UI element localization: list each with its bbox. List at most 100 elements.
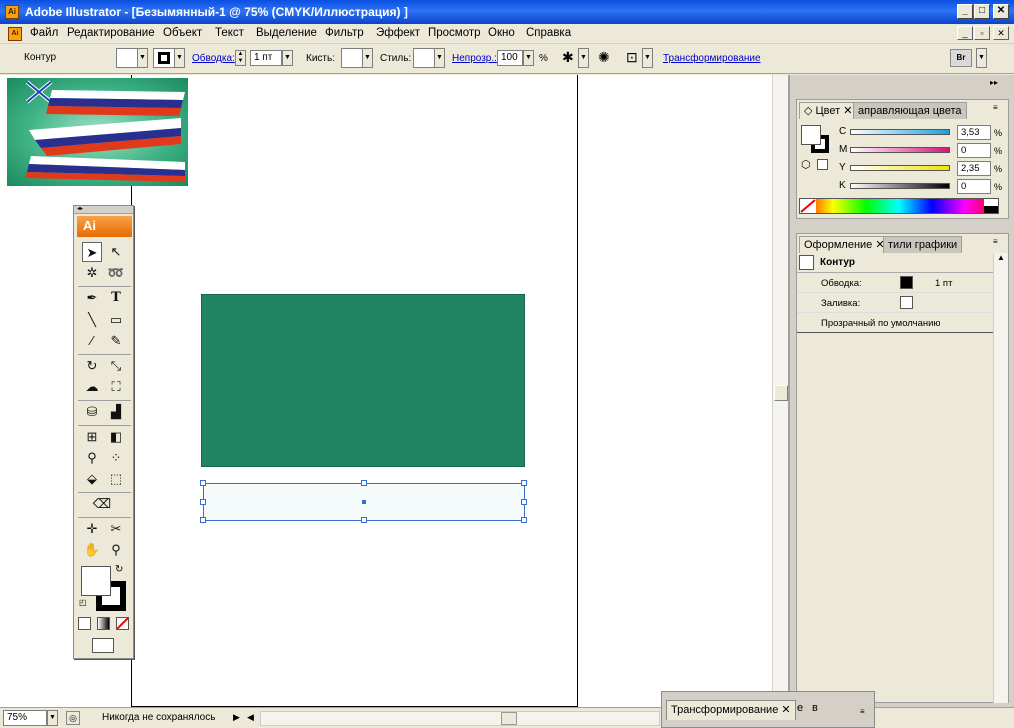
scissors-tool-icon[interactable]: ✂	[106, 519, 126, 539]
opacity-link[interactable]: Непрозр.:	[452, 53, 497, 64]
fill-dropdown[interactable]: ▼	[137, 48, 148, 68]
appearance-opacity-row[interactable]: Прозрачный по умолчанию	[797, 313, 993, 333]
none-mode-icon[interactable]	[116, 617, 129, 630]
tab-close-icon[interactable]: ✕	[778, 704, 790, 716]
scale-tool-icon[interactable]: ⤡	[106, 356, 126, 376]
palette-grip[interactable]: ◂▸	[74, 206, 133, 214]
dock-collapse-icon[interactable]: ▸▸	[990, 78, 998, 87]
doc-close-button[interactable]: ✕	[993, 26, 1009, 40]
status-menu-arrow-icon[interactable]: ▶	[233, 712, 240, 723]
opacity-dropdown[interactable]: ▼	[523, 50, 534, 66]
eyedropper-tool-icon[interactable]: ⚲	[82, 448, 102, 468]
stroke-weight-dropdown[interactable]: ▼	[282, 50, 293, 66]
menu-effect[interactable]: Эффект	[376, 27, 420, 39]
panel-menu-icon[interactable]: ≡	[993, 103, 998, 112]
pencil-tool-icon[interactable]: ✎	[106, 331, 126, 351]
isolate-icon[interactable]: ✺	[598, 49, 610, 66]
channel-c-value[interactable]: 3,53	[957, 125, 991, 140]
green-rectangle[interactable]	[201, 294, 525, 467]
bridge-dropdown[interactable]: ▼	[976, 48, 987, 68]
blend-tool-icon[interactable]: ⁘	[106, 448, 126, 468]
menu-window[interactable]: Окно	[488, 27, 515, 39]
scrollbar-thumb[interactable]	[774, 385, 788, 401]
hscroll-left-icon[interactable]: ◀	[247, 712, 254, 723]
selection-handle[interactable]	[200, 499, 206, 505]
tab-color[interactable]: ◇ Цвет ✕	[799, 102, 858, 119]
selection-tool-icon[interactable]: ➤	[82, 242, 102, 262]
gradient-mode-icon[interactable]	[97, 617, 110, 630]
version-cue-icon[interactable]: ◎	[66, 711, 80, 725]
panel-menu-icon[interactable]: ≡	[860, 707, 865, 716]
tab-graphic-styles[interactable]: тили графики	[883, 236, 963, 253]
channel-y-value[interactable]: 2,35	[957, 161, 991, 176]
selection-handle[interactable]	[200, 517, 206, 523]
none-color-swatch[interactable]	[800, 199, 816, 213]
type-tool-icon[interactable]: T	[106, 288, 126, 308]
tab-transform-extra[interactable]: е	[797, 702, 803, 714]
menu-view[interactable]: Просмотр	[428, 27, 481, 39]
screen-mode-icon[interactable]	[92, 638, 114, 653]
zoom-dropdown[interactable]: ▼	[47, 710, 58, 726]
zoom-tool-icon[interactable]: ⚲	[106, 540, 126, 560]
appearance-fill-row[interactable]: Заливка:	[797, 293, 993, 313]
tab-color-guide[interactable]: аправляющая цвета	[853, 102, 967, 119]
channel-m-slider[interactable]	[850, 147, 950, 153]
transform-link[interactable]: Трансформирование	[663, 53, 761, 64]
gradient-tool-icon[interactable]: ◧	[106, 427, 126, 447]
stroke-weight-field[interactable]: 1 пт	[250, 50, 282, 66]
appearance-object-row[interactable]: Контур	[797, 253, 993, 273]
lasso-tool-icon[interactable]: ➿	[106, 263, 126, 283]
channel-k-slider[interactable]	[850, 183, 950, 189]
vertical-scrollbar[interactable]	[772, 75, 788, 707]
menu-filter[interactable]: Фильтр	[325, 27, 364, 39]
tool-fill-box[interactable]	[81, 566, 111, 596]
selection-handle[interactable]	[200, 480, 206, 486]
illustrator-app-icon[interactable]: Ai	[5, 5, 19, 19]
live-paint-selection-tool-icon[interactable]: ⬚	[106, 469, 126, 489]
graph-tool-icon[interactable]: ▟	[106, 402, 126, 422]
doc-minimize-button[interactable]: _	[957, 26, 973, 40]
recolor-dropdown[interactable]: ▼	[578, 48, 589, 68]
selection-handle[interactable]	[521, 480, 527, 486]
tab-transform[interactable]: Трансформирование ✕	[666, 700, 796, 720]
channel-k-value[interactable]: 0	[957, 179, 991, 194]
rotate-tool-icon[interactable]: ↻	[82, 356, 102, 376]
minimize-button[interactable]: _	[957, 4, 973, 19]
stroke-link[interactable]: Обводка:	[192, 53, 235, 64]
symbol-sprayer-tool-icon[interactable]: ⛁	[82, 402, 102, 422]
hand-tool-icon[interactable]: ✋	[82, 540, 102, 560]
stroke-dropdown[interactable]: ▼	[174, 48, 185, 68]
rectangle-tool-icon[interactable]: ▭	[106, 310, 126, 330]
zoom-field[interactable]: 75%	[3, 710, 47, 726]
align-dropdown[interactable]: ▼	[642, 48, 653, 68]
fill-row-swatch[interactable]	[900, 296, 913, 309]
menu-help[interactable]: Справка	[526, 27, 571, 39]
document-icon[interactable]: Ai	[8, 27, 22, 41]
tab-close-icon[interactable]: ✕	[840, 105, 852, 117]
none-swatch[interactable]	[817, 159, 828, 170]
direct-selection-tool-icon[interactable]: ↖	[106, 242, 126, 262]
bridge-icon[interactable]: Br	[950, 49, 972, 67]
style-swatch[interactable]	[413, 48, 435, 68]
tab-transform-extra2[interactable]: в	[812, 702, 818, 714]
channel-c-slider[interactable]	[850, 129, 950, 135]
horizontal-scrollbar[interactable]	[260, 711, 660, 726]
pen-tool-icon[interactable]: ✒	[82, 288, 102, 308]
fill-swatch[interactable]	[116, 48, 138, 68]
appearance-stroke-row[interactable]: Обводка: 1 пт	[797, 273, 993, 293]
black-swatch[interactable]	[984, 206, 998, 213]
mesh-tool-icon[interactable]: ⊞	[82, 427, 102, 447]
selection-handle[interactable]	[361, 480, 367, 486]
align-icon[interactable]: ⊡	[626, 49, 638, 66]
slice-tool-icon[interactable]: ⌫	[92, 494, 112, 514]
fill-stroke-indicator[interactable]	[801, 125, 831, 155]
warp-tool-icon[interactable]: ☁	[82, 377, 102, 397]
menu-object[interactable]: Объект	[163, 27, 202, 39]
free-transform-tool-icon[interactable]: ⛶	[106, 377, 126, 397]
white-swatch[interactable]	[984, 199, 998, 206]
panel-menu-icon[interactable]: ≡	[993, 237, 998, 246]
fill-stroke-widget[interactable]: ↻ ◰	[79, 564, 126, 611]
doc-restore-button[interactable]: ▫	[974, 26, 990, 40]
maximize-button[interactable]: □	[974, 4, 990, 19]
flag-image[interactable]	[7, 78, 188, 186]
